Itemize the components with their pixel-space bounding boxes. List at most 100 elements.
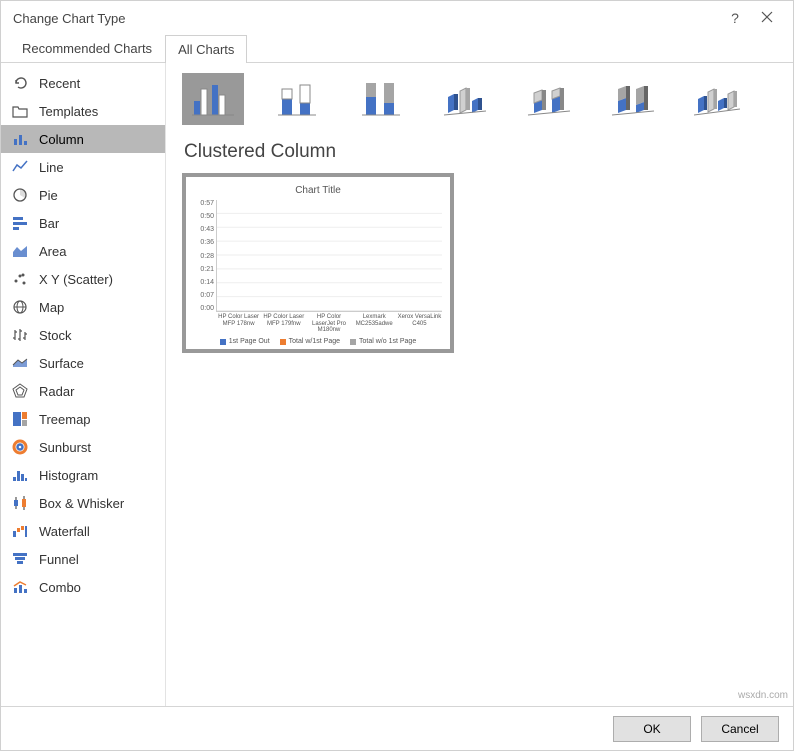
sidebar-item-recent[interactable]: Recent bbox=[1, 69, 165, 97]
sidebar-item-stock[interactable]: Stock bbox=[1, 321, 165, 349]
sidebar-item-radar[interactable]: Radar bbox=[1, 377, 165, 405]
surface-chart-icon bbox=[11, 354, 29, 372]
legend-item: Total w/1st Page bbox=[280, 338, 340, 345]
close-icon bbox=[761, 11, 773, 23]
close-button[interactable] bbox=[751, 11, 783, 26]
sidebar-item-label: Box & Whisker bbox=[39, 496, 124, 511]
subtype-100-stacked-column[interactable] bbox=[350, 73, 412, 125]
legend-item: 1st Page Out bbox=[220, 338, 270, 345]
bar-chart-icon bbox=[11, 214, 29, 232]
tab-recommended-charts[interactable]: Recommended Charts bbox=[9, 34, 165, 62]
chart-category-sidebar: Recent Templates Column Line Pie Bar AreaX Y (… bbox=[1, 63, 166, 706]
treemap-icon bbox=[11, 410, 29, 428]
dialog-footer: OK Cancel bbox=[1, 706, 793, 750]
tab-bar: Recommended Charts All Charts bbox=[1, 35, 793, 63]
subtype-3d-stacked-column[interactable] bbox=[518, 73, 580, 125]
watermark: wsxdn.com bbox=[738, 690, 788, 701]
radar-chart-icon bbox=[11, 382, 29, 400]
chart-title: Chart Title bbox=[194, 185, 442, 196]
sidebar-item-label: Sunburst bbox=[39, 440, 91, 455]
legend-swatch bbox=[220, 339, 226, 345]
boxwhisker-icon bbox=[11, 494, 29, 512]
sidebar-item-label: Column bbox=[39, 132, 84, 147]
sidebar-item-sunburst[interactable]: Sunburst bbox=[1, 433, 165, 461]
x-label: HP Color LaserJet Pro M180nw bbox=[306, 312, 351, 334]
x-label: Lexmark MC2535adwe bbox=[352, 312, 397, 334]
y-tick: 0:36 bbox=[194, 239, 214, 246]
line-chart-icon bbox=[11, 158, 29, 176]
legend-label: Total w/1st Page bbox=[289, 338, 340, 345]
sidebar-item-label: Line bbox=[39, 160, 64, 175]
plot bbox=[216, 200, 442, 312]
pie-chart-icon bbox=[11, 186, 29, 204]
sidebar-item-label: Radar bbox=[39, 384, 74, 399]
chart-plot-area: 0:570:500:430:360:280:210:140:070:00 bbox=[194, 200, 442, 312]
legend-swatch bbox=[350, 339, 356, 345]
cancel-button[interactable]: Cancel bbox=[701, 716, 779, 742]
sidebar-item-label: Treemap bbox=[39, 412, 91, 427]
subtype-clustered-column[interactable] bbox=[182, 73, 244, 125]
legend-swatch bbox=[280, 339, 286, 345]
subtype-3d-column[interactable] bbox=[686, 73, 748, 125]
sidebar-item-label: Pie bbox=[39, 188, 58, 203]
sidebar-item-area[interactable]: Area bbox=[1, 237, 165, 265]
sidebar-item-boxwhisker[interactable]: Box & Whisker bbox=[1, 489, 165, 517]
sidebar-item-xy[interactable]: X Y (Scatter) bbox=[1, 265, 165, 293]
y-tick: 0:43 bbox=[194, 226, 214, 233]
y-tick: 0:28 bbox=[194, 253, 214, 260]
sidebar-item-templates[interactable]: Templates bbox=[1, 97, 165, 125]
x-label: HP Color Laser MFP 179fnw bbox=[261, 312, 306, 334]
y-tick: 0:14 bbox=[194, 279, 214, 286]
sidebar-item-label: Map bbox=[39, 300, 64, 315]
help-button[interactable]: ? bbox=[719, 10, 751, 26]
sidebar-item-label: Histogram bbox=[39, 468, 98, 483]
sidebar-item-label: Bar bbox=[39, 216, 59, 231]
titlebar: Change Chart Type ? bbox=[1, 1, 793, 35]
tab-all-charts[interactable]: All Charts bbox=[165, 35, 247, 63]
y-tick: 0:00 bbox=[194, 305, 214, 312]
sidebar-item-funnel[interactable]: Funnel bbox=[1, 545, 165, 573]
y-tick: 0:50 bbox=[194, 213, 214, 220]
sidebar-item-column[interactable]: Column bbox=[1, 125, 165, 153]
scatter-chart-icon bbox=[11, 270, 29, 288]
column-chart-icon bbox=[11, 130, 29, 148]
x-label: HP Color Laser MFP 178nw bbox=[216, 312, 261, 334]
subtype-3d-clustered-column[interactable] bbox=[434, 73, 496, 125]
sidebar-item-bar[interactable]: Bar bbox=[1, 209, 165, 237]
legend-item: Total w/o 1st Page bbox=[350, 338, 416, 345]
sidebar-item-label: Surface bbox=[39, 356, 84, 371]
ok-button[interactable]: OK bbox=[613, 716, 691, 742]
sidebar-item-label: Funnel bbox=[39, 552, 79, 567]
sidebar-item-surface[interactable]: Surface bbox=[1, 349, 165, 377]
subtype-3d-100-stacked-column[interactable] bbox=[602, 73, 664, 125]
folder-icon bbox=[11, 102, 29, 120]
waterfall-icon bbox=[11, 522, 29, 540]
y-tick: 0:57 bbox=[194, 200, 214, 207]
sidebar-item-combo[interactable]: Combo bbox=[1, 573, 165, 601]
sidebar-item-label: Waterfall bbox=[39, 524, 90, 539]
stock-chart-icon bbox=[11, 326, 29, 344]
subtype-stacked-column[interactable] bbox=[266, 73, 328, 125]
sidebar-item-histogram[interactable]: Histogram bbox=[1, 461, 165, 489]
legend: 1st Page Out Total w/1st Page Total w/o 1s… bbox=[194, 338, 442, 345]
sidebar-item-pie[interactable]: Pie bbox=[1, 181, 165, 209]
y-axis: 0:570:500:430:360:280:210:140:070:00 bbox=[194, 200, 216, 312]
sidebar-item-treemap[interactable]: Treemap bbox=[1, 405, 165, 433]
undo-icon bbox=[11, 74, 29, 92]
main-panel: Clustered Column Chart Title 0:570:500:4… bbox=[166, 63, 793, 706]
globe-icon bbox=[11, 298, 29, 316]
sidebar-item-map[interactable]: Map bbox=[1, 293, 165, 321]
dialog-body: Recent Templates Column Line Pie Bar AreaX Y (… bbox=[1, 63, 793, 706]
chart-preview[interactable]: Chart Title 0:570:500:430:360:280:210:14… bbox=[182, 173, 454, 353]
sidebar-item-label: Recent bbox=[39, 76, 80, 91]
x-label: Xerox VersaLink C405 bbox=[397, 312, 442, 334]
window-title: Change Chart Type bbox=[13, 11, 719, 26]
legend-label: 1st Page Out bbox=[229, 338, 270, 345]
sidebar-item-line[interactable]: Line bbox=[1, 153, 165, 181]
chart-subtype-row bbox=[182, 73, 777, 125]
sidebar-item-waterfall[interactable]: Waterfall bbox=[1, 517, 165, 545]
sunburst-icon bbox=[11, 438, 29, 456]
funnel-icon bbox=[11, 550, 29, 568]
x-axis: HP Color Laser MFP 178nwHP Color Laser M… bbox=[194, 312, 442, 334]
sidebar-item-label: Templates bbox=[39, 104, 98, 119]
